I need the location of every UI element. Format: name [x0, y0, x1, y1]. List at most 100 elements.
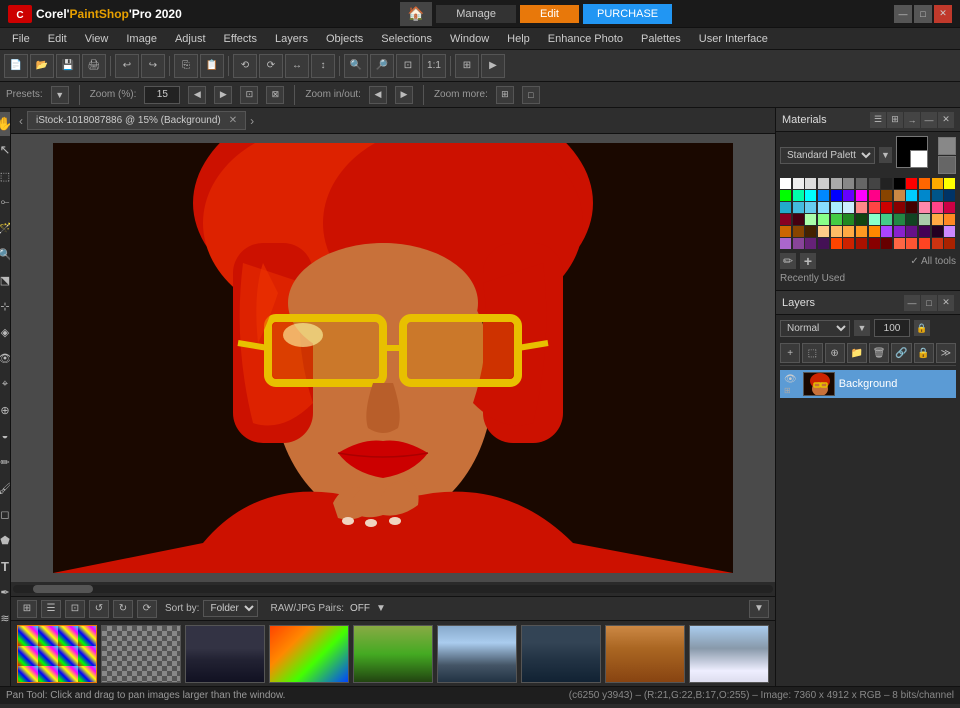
- canvas-tab[interactable]: iStock-1018087886 @ 15% (Background) ✕: [27, 111, 246, 130]
- swatch-13[interactable]: [944, 178, 955, 189]
- dodge-tool[interactable]: ◒▾: [0, 424, 11, 448]
- swatch-49[interactable]: [869, 214, 880, 225]
- swatch-36[interactable]: [881, 202, 892, 213]
- select-tool[interactable]: ↖▾: [0, 138, 11, 162]
- swatch-43[interactable]: [793, 214, 804, 225]
- filmstrip-collapse-btn[interactable]: ▼: [749, 600, 769, 618]
- filmstrip-thumb-1[interactable]: [101, 625, 181, 683]
- filmstrip-thumb-5[interactable]: [437, 625, 517, 683]
- swatch-17[interactable]: [818, 190, 829, 201]
- blend-dropdown-btn[interactable]: ▼: [854, 320, 870, 336]
- swatch-30[interactable]: [805, 202, 816, 213]
- swatch-50[interactable]: [881, 214, 892, 225]
- swatch-59[interactable]: [818, 226, 829, 237]
- materials-list-btn[interactable]: ☰: [870, 112, 886, 128]
- swatch-68[interactable]: [932, 226, 943, 237]
- swatch-41[interactable]: [944, 202, 955, 213]
- menu-user-interface[interactable]: User Interface: [691, 31, 776, 47]
- swatch-44[interactable]: [805, 214, 816, 225]
- filmstrip-thumb-4[interactable]: [353, 625, 433, 683]
- swatch-39[interactable]: [919, 202, 930, 213]
- layers-min-btn[interactable]: —: [904, 295, 920, 311]
- swatch-19[interactable]: [843, 190, 854, 201]
- new-mask-btn[interactable]: ⊕: [825, 343, 845, 363]
- swatch-3[interactable]: [818, 178, 829, 189]
- materials-grid-btn[interactable]: ⊞: [887, 112, 903, 128]
- swatch-6[interactable]: [856, 178, 867, 189]
- zoom-dec-btn[interactable]: ◀: [188, 86, 206, 104]
- swatch-75[interactable]: [843, 238, 854, 249]
- menu-palettes[interactable]: Palettes: [633, 31, 689, 47]
- swatch-52[interactable]: [906, 214, 917, 225]
- filmstrip-thumb-0[interactable]: [17, 625, 97, 683]
- canvas-wrapper[interactable]: [11, 134, 775, 582]
- lock-layer-btn[interactable]: 🔒: [914, 343, 934, 363]
- swatch-55[interactable]: [944, 214, 955, 225]
- swatch-71[interactable]: [793, 238, 804, 249]
- magic-wand-tool[interactable]: 🪄▾: [0, 216, 11, 240]
- zoom-out-btn[interactable]: 🔎: [370, 54, 394, 78]
- tab-edit[interactable]: Edit: [520, 5, 579, 23]
- redo-btn[interactable]: ↪: [141, 54, 165, 78]
- swatch-57[interactable]: [793, 226, 804, 237]
- layer-link-icon[interactable]: ⊞: [784, 386, 797, 395]
- zoom-inc-btn[interactable]: ▶: [214, 86, 232, 104]
- swatch-79[interactable]: [894, 238, 905, 249]
- background-color-box[interactable]: [910, 150, 928, 168]
- swatch-5[interactable]: [843, 178, 854, 189]
- zoom-step-down-btn[interactable]: ◀: [369, 86, 387, 104]
- link-layers-btn[interactable]: 🔗: [891, 343, 911, 363]
- purchase-button[interactable]: PURCHASE: [583, 4, 672, 24]
- open-btn[interactable]: 📂: [30, 54, 54, 78]
- paste-btn[interactable]: 📋: [200, 54, 224, 78]
- materials-arrow-btn[interactable]: →: [904, 112, 920, 128]
- menu-adjust[interactable]: Adjust: [167, 31, 214, 47]
- swatch-67[interactable]: [919, 226, 930, 237]
- swatch-65[interactable]: [894, 226, 905, 237]
- new-layer-btn[interactable]: +: [780, 343, 800, 363]
- copy-btn[interactable]: ⎘: [174, 54, 198, 78]
- crop-tool[interactable]: ⬔▾: [0, 268, 11, 292]
- swatch-37[interactable]: [894, 202, 905, 213]
- layer-thumbnail[interactable]: [803, 372, 835, 396]
- menu-objects[interactable]: Objects: [318, 31, 371, 47]
- canvas-scroll-h[interactable]: [11, 582, 775, 596]
- swatch-24[interactable]: [906, 190, 917, 201]
- swatch-62[interactable]: [856, 226, 867, 237]
- swatch-10[interactable]: [906, 178, 917, 189]
- menu-effects[interactable]: Effects: [216, 31, 265, 47]
- menu-enhance-photo[interactable]: Enhance Photo: [540, 31, 631, 47]
- canvas-tab-close[interactable]: ✕: [229, 115, 237, 126]
- swatch-81[interactable]: [919, 238, 930, 249]
- filmstrip-thumb-6[interactable]: [521, 625, 601, 683]
- paint-brush-tool[interactable]: ✏▾: [0, 450, 11, 474]
- swatch-82[interactable]: [932, 238, 943, 249]
- swatch-72[interactable]: [805, 238, 816, 249]
- actual-size-btn[interactable]: 1:1: [422, 54, 446, 78]
- materials-close-btn[interactable]: ✕: [938, 112, 954, 128]
- swatch-15[interactable]: [793, 190, 804, 201]
- flip-h-btn[interactable]: ↔: [285, 54, 309, 78]
- zoom-fit-btn[interactable]: ⊡: [240, 86, 258, 104]
- swatch-8[interactable]: [881, 178, 892, 189]
- swatch-76[interactable]: [856, 238, 867, 249]
- sort-select[interactable]: Folder: [203, 600, 258, 617]
- fit-btn[interactable]: ⊡: [396, 54, 420, 78]
- swatch-16[interactable]: [805, 190, 816, 201]
- swatch-12[interactable]: [932, 178, 943, 189]
- view-mode-btn[interactable]: ⊞: [455, 54, 479, 78]
- clone-tool[interactable]: ⊕▾: [0, 398, 11, 422]
- add-color-btn[interactable]: +: [800, 253, 816, 269]
- swatch-47[interactable]: [843, 214, 854, 225]
- home-button[interactable]: 🏠: [400, 2, 433, 26]
- perspective-tool[interactable]: ◈▾: [0, 320, 11, 344]
- swatch-83[interactable]: [944, 238, 955, 249]
- fill-tool[interactable]: ⬟▾: [0, 528, 11, 552]
- pan-tool[interactable]: ✋▾: [0, 112, 11, 136]
- scroll-thumb-h[interactable]: [33, 585, 93, 593]
- swatch-46[interactable]: [831, 214, 842, 225]
- filmstrip-thumb-2[interactable]: [185, 625, 265, 683]
- swatch-1[interactable]: [793, 178, 804, 189]
- swatch-66[interactable]: [906, 226, 917, 237]
- print-btn[interactable]: 🖨: [82, 54, 106, 78]
